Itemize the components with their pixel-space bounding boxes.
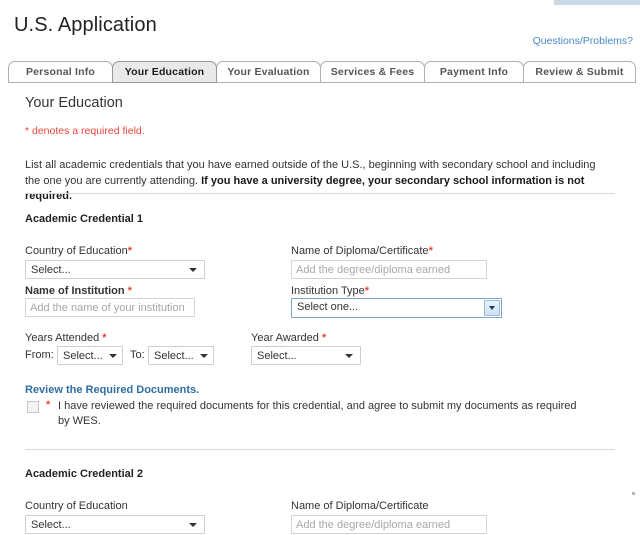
- from-year-select-1[interactable]: Select...: [57, 346, 123, 365]
- label-text: Name of Institution: [25, 285, 128, 297]
- from-label-1: From:: [25, 349, 54, 361]
- label-text: Years Attended: [25, 332, 103, 344]
- label-text: Year Awarded: [251, 332, 322, 344]
- tab-label: Services & Fees: [330, 66, 415, 78]
- diploma-name-label-1: Name of Diploma/Certificate*: [291, 245, 433, 257]
- tab-label: Your Education: [124, 66, 205, 78]
- tab-payment-info[interactable]: Payment Info: [424, 61, 524, 83]
- label-text: Name of Diploma/Certificate: [291, 500, 429, 512]
- tab-label: Review & Submit: [535, 66, 624, 78]
- tab-label: Payment Info: [439, 66, 509, 78]
- institution-name-label-1: Name of Institution *: [25, 285, 132, 297]
- institution-name-input-1[interactable]: [25, 298, 195, 317]
- application-page: U.S. Application Questions/Problems? Per…: [0, 0, 640, 535]
- consent-checkbox-1[interactable]: [27, 401, 39, 413]
- tab-review-submit[interactable]: Review & Submit: [523, 61, 636, 83]
- required-asterisk: *: [364, 285, 370, 297]
- tab-services-fees[interactable]: Services & Fees: [320, 61, 425, 83]
- consent-text-1: I have reviewed the required documents f…: [58, 400, 577, 427]
- tab-your-education[interactable]: Your Education: [112, 61, 217, 83]
- credential-2-heading: Academic Credential 2: [25, 468, 143, 480]
- required-asterisk: *: [102, 332, 107, 344]
- diploma-name-input-2[interactable]: [291, 515, 487, 534]
- institution-type-label-1: Institution Type*: [291, 285, 369, 297]
- country-of-education-label-2: Country of Education: [25, 500, 128, 512]
- required-asterisk: *: [127, 245, 133, 257]
- top-accent-band: [554, 0, 640, 5]
- to-label-1: To:: [130, 349, 145, 361]
- country-of-education-select-2[interactable]: Select...: [25, 515, 205, 534]
- review-required-documents-link[interactable]: Review the Required Documents.: [25, 384, 199, 396]
- required-asterisk: *: [428, 245, 433, 257]
- country-of-education-select-1[interactable]: Select...: [25, 260, 205, 279]
- divider-top: [25, 193, 615, 194]
- consent-required-asterisk: *: [46, 399, 51, 411]
- tab-bar: Personal Info Your Education Your Evalua…: [8, 61, 636, 83]
- intro-paragraph: List all academic credentials that you h…: [25, 158, 613, 205]
- label-text: Country of Education: [25, 245, 128, 257]
- required-asterisk: *: [127, 285, 132, 297]
- country-of-education-label-1: Country of Education*: [25, 245, 132, 257]
- section-title: Your Education: [25, 95, 123, 111]
- divider-between-credentials: [25, 449, 615, 450]
- year-awarded-label-1: Year Awarded *: [251, 332, 326, 344]
- years-attended-label-1: Years Attended *: [25, 332, 107, 344]
- questions-problems-link[interactable]: Questions/Problems?: [533, 35, 633, 47]
- label-text: Institution Type: [291, 285, 365, 297]
- diploma-name-input-1[interactable]: [291, 260, 487, 279]
- page-title: U.S. Application: [14, 14, 157, 37]
- select-value: Select one...: [297, 301, 359, 313]
- diploma-name-label-2: Name of Diploma/Certificate: [291, 500, 429, 512]
- tab-personal-info[interactable]: Personal Info: [8, 61, 113, 83]
- required-field-note: * denotes a required field.: [25, 125, 145, 137]
- label-text: Name of Diploma/Certificate: [291, 245, 429, 257]
- to-year-select-1[interactable]: Select...: [148, 346, 214, 365]
- required-asterisk: *: [321, 332, 327, 344]
- label-text: Country of Education: [25, 500, 128, 512]
- year-awarded-select-1[interactable]: Select...: [251, 346, 361, 365]
- scroll-indicator-dot: [632, 492, 635, 495]
- dropdown-button[interactable]: [484, 300, 500, 316]
- tab-label: Personal Info: [25, 66, 96, 78]
- tab-your-evaluation[interactable]: Your Evaluation: [216, 61, 321, 83]
- tab-label: Your Evaluation: [227, 66, 310, 78]
- chevron-down-icon: [489, 306, 495, 310]
- credential-1-heading: Academic Credential 1: [25, 213, 143, 225]
- institution-type-select-1[interactable]: Select one...: [291, 298, 502, 318]
